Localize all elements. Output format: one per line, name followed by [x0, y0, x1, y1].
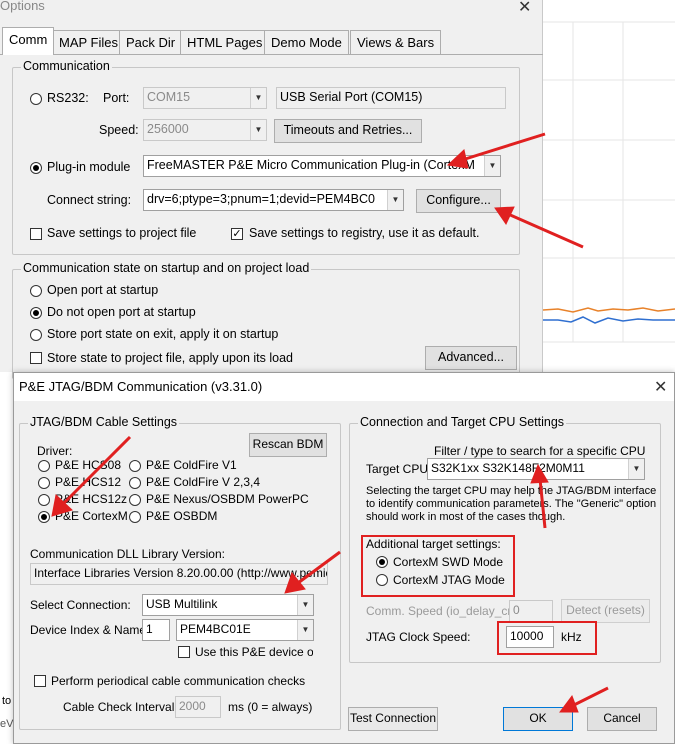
- annotation-arrows: [51, 132, 609, 713]
- tab-comm[interactable]: Comm: [2, 27, 55, 55]
